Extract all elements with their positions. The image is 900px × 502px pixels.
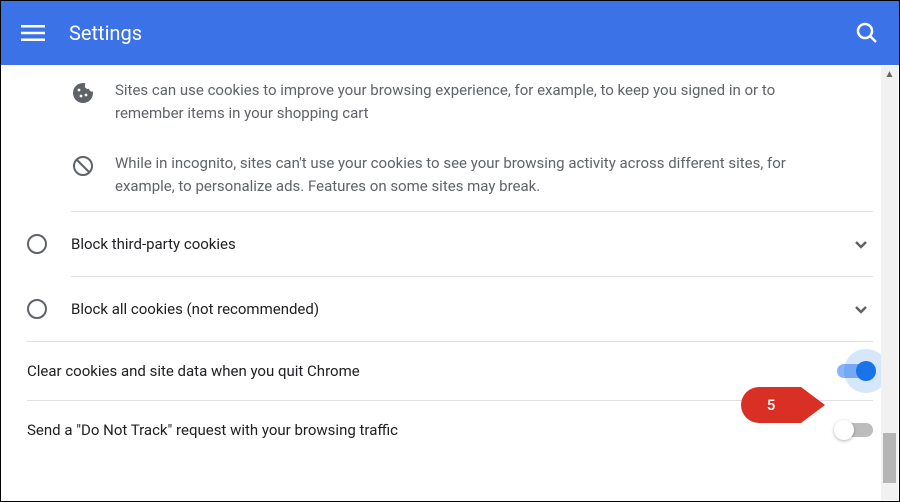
callout-marker-5: 5 [741, 387, 801, 423]
info-text-incognito: While in incognito, sites can't use your… [115, 152, 829, 197]
radio-block-all[interactable]: Block all cookies (not recommended) [27, 277, 873, 341]
scrollbar-thumb[interactable] [883, 433, 896, 483]
scroll-up-icon[interactable]: ▲ [881, 66, 898, 83]
block-icon [71, 154, 95, 178]
toggle-label: Send a "Do Not Track" request with your … [27, 421, 837, 439]
selected-option-info: Sites can use cookies to improve your br… [27, 65, 873, 211]
callout-label: 5 [767, 396, 776, 414]
search-icon[interactable] [855, 21, 879, 45]
menu-icon[interactable] [21, 21, 45, 45]
radio-label: Block third-party cookies [71, 235, 849, 253]
expand-icon[interactable] [849, 297, 873, 321]
scrollbar[interactable]: ▲ [881, 66, 898, 500]
expand-icon[interactable] [849, 232, 873, 256]
radio-icon[interactable] [27, 234, 47, 254]
info-text-cookies: Sites can use cookies to improve your br… [115, 79, 829, 124]
radio-block-third-party[interactable]: Block third-party cookies [27, 212, 873, 276]
toolbar-title: Settings [69, 21, 855, 45]
cookie-icon [71, 81, 95, 105]
radio-label: Block all cookies (not recommended) [71, 300, 849, 318]
toggle-switch-off[interactable] [837, 423, 873, 437]
toggle-label: Clear cookies and site data when you qui… [27, 362, 837, 380]
settings-toolbar: Settings [1, 1, 899, 65]
toggle-switch-on[interactable] [837, 364, 873, 378]
content-scroll[interactable]: Sites can use cookies to improve your br… [1, 65, 899, 501]
info-row-cookies: Sites can use cookies to improve your br… [71, 65, 829, 138]
info-row-incognito: While in incognito, sites can't use your… [71, 138, 829, 211]
radio-icon[interactable] [27, 299, 47, 319]
